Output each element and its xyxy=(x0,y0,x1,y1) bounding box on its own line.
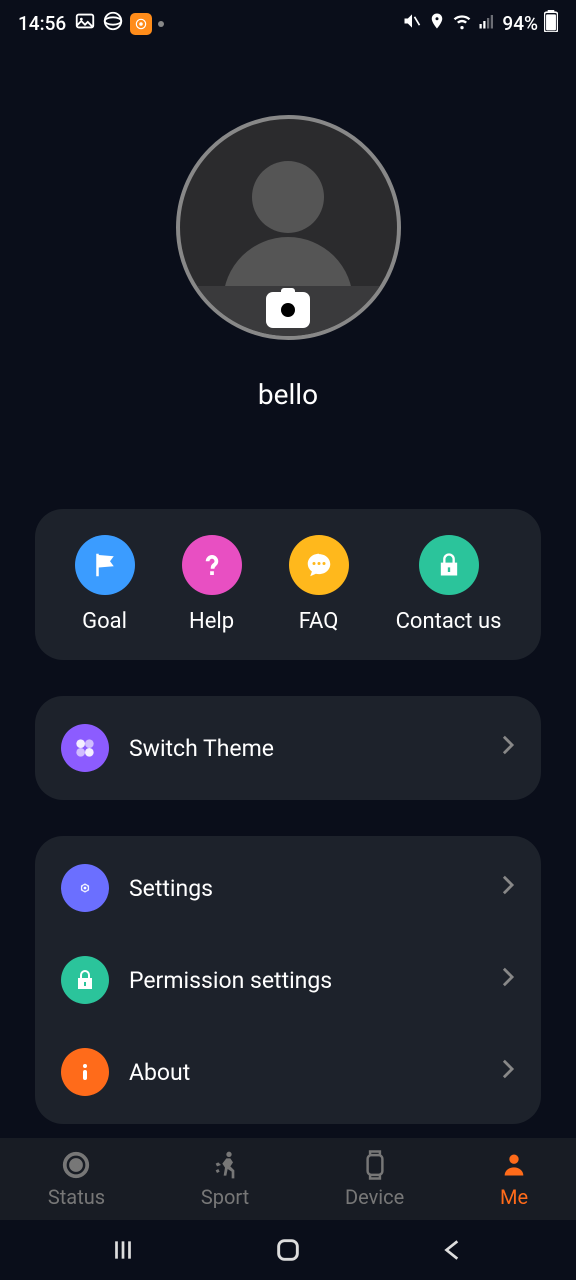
goal-button[interactable]: Goal xyxy=(75,535,135,634)
chevron-right-icon xyxy=(501,874,515,902)
settings-button[interactable]: Settings xyxy=(57,842,519,934)
help-label: Help xyxy=(189,609,234,634)
back-button[interactable] xyxy=(403,1237,503,1263)
status-right: 94% xyxy=(402,10,558,37)
permission-settings-button[interactable]: Permission settings xyxy=(57,934,519,1026)
battery-icon xyxy=(544,10,558,37)
signal-icon xyxy=(478,12,496,35)
theme-panel: Switch Theme xyxy=(35,696,541,800)
status-left: 14:56 xyxy=(18,10,164,37)
faq-label: FAQ xyxy=(299,609,339,634)
device-icon xyxy=(362,1149,388,1181)
person-icon xyxy=(500,1149,528,1181)
wifi-icon xyxy=(452,11,472,36)
tab-me-label: Me xyxy=(500,1185,528,1209)
username: bello xyxy=(258,378,318,411)
tab-device-label: Device xyxy=(345,1185,404,1209)
sport-icon xyxy=(209,1149,241,1181)
tab-sport[interactable]: Sport xyxy=(201,1149,249,1209)
avatar[interactable] xyxy=(176,115,401,340)
mute-icon xyxy=(402,11,422,36)
status-bar: 14:56 94% xyxy=(0,0,576,47)
permission-settings-label: Permission settings xyxy=(129,967,481,994)
faq-button[interactable]: FAQ xyxy=(289,535,349,634)
quick-actions-panel: Goal Help FAQ Contact us xyxy=(35,509,541,660)
gear-icon xyxy=(61,864,109,912)
contact-label: Contact us xyxy=(396,609,502,634)
help-button[interactable]: Help xyxy=(182,535,242,634)
location-icon xyxy=(428,12,446,35)
avatar-placeholder-icon xyxy=(252,161,324,233)
settings-panel: Settings Permission settings About xyxy=(35,836,541,1124)
more-dot-icon xyxy=(158,21,164,27)
sphere-icon xyxy=(102,10,124,37)
home-button[interactable] xyxy=(238,1236,338,1264)
tab-me[interactable]: Me xyxy=(500,1149,528,1209)
recents-button[interactable] xyxy=(73,1237,173,1263)
app-icon xyxy=(130,13,152,35)
tab-device[interactable]: Device xyxy=(345,1149,404,1209)
about-label: About xyxy=(129,1059,481,1086)
bottom-nav: Status Sport Device Me xyxy=(0,1138,576,1220)
theme-icon xyxy=(61,724,109,772)
lock-icon xyxy=(61,956,109,1004)
chevron-right-icon xyxy=(501,966,515,994)
chat-icon xyxy=(289,535,349,595)
gallery-icon xyxy=(74,10,96,37)
question-icon xyxy=(182,535,242,595)
lock-icon xyxy=(419,535,479,595)
flag-icon xyxy=(75,535,135,595)
info-icon xyxy=(61,1048,109,1096)
settings-label: Settings xyxy=(129,875,481,902)
battery-percent: 94% xyxy=(502,12,538,35)
status-time: 14:56 xyxy=(18,12,66,35)
switch-theme-label: Switch Theme xyxy=(129,735,481,762)
about-button[interactable]: About xyxy=(57,1026,519,1118)
tab-sport-label: Sport xyxy=(201,1185,249,1209)
system-nav xyxy=(0,1220,576,1280)
camera-icon[interactable] xyxy=(266,292,310,328)
tab-status-label: Status xyxy=(48,1185,105,1209)
chevron-right-icon xyxy=(501,734,515,762)
tab-status[interactable]: Status xyxy=(48,1149,105,1209)
chevron-right-icon xyxy=(501,1058,515,1086)
goal-label: Goal xyxy=(82,609,127,634)
contact-button[interactable]: Contact us xyxy=(396,535,502,634)
status-icon xyxy=(61,1149,91,1181)
switch-theme-button[interactable]: Switch Theme xyxy=(57,702,519,794)
